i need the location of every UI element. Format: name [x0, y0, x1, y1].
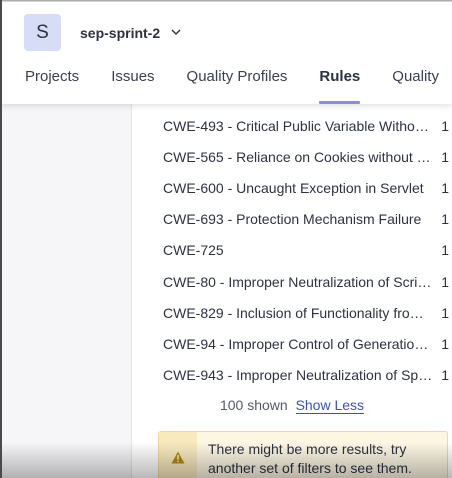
warning-icon-box: [159, 432, 197, 478]
facet-item-count: 1: [441, 148, 449, 165]
facet-item[interactable]: CWE-565 - Reliance on Cookies without Va…: [163, 141, 452, 172]
nav-projects[interactable]: Projects: [25, 68, 79, 104]
chevron-down-icon[interactable]: [170, 25, 182, 39]
project-name[interactable]: sep-sprint-2: [80, 25, 160, 41]
filters-sidebar: [2, 104, 131, 478]
warning-icon: [171, 451, 185, 464]
nav-issues[interactable]: Issues: [111, 68, 154, 104]
facet-item-count: 1: [441, 242, 449, 259]
project-nav: Projects Issues Quality Profiles Rules Q…: [25, 68, 452, 104]
shown-count: 100 shown: [219, 397, 288, 413]
facet-item-label: CWE-94 - Improper Control of Generation …: [163, 335, 435, 352]
facet-footer: 100 shown Show Less: [132, 397, 452, 414]
facet-item-label: CWE-829 - Inclusion of Functionality fro…: [163, 304, 435, 321]
facet-item[interactable]: CWE-829 - Inclusion of Functionality fro…: [163, 297, 452, 328]
nav-rules[interactable]: Rules: [319, 68, 360, 104]
facet-item-count: 1: [441, 179, 449, 196]
facet-item[interactable]: CWE-725 1: [163, 235, 452, 266]
project-avatar-letter: S: [36, 21, 49, 43]
facet-item[interactable]: CWE-693 - Protection Mechanism Failure 1: [163, 204, 452, 235]
facet-item[interactable]: CWE-94 - Improper Control of Generation …: [163, 328, 452, 359]
header-top-edge: [0, 0, 452, 2]
facet-item-label: CWE-600 - Uncaught Exception in Servlet: [163, 179, 424, 196]
facet-item-label: CWE-493 - Critical Public Variable Witho…: [163, 117, 435, 134]
window-edge: [0, 0, 2, 478]
facet-item-count: 1: [441, 335, 449, 352]
nav-quality-profiles[interactable]: Quality Profiles: [187, 68, 288, 104]
facet-item-count: 1: [441, 117, 449, 134]
nav-quality-gates[interactable]: Quality: [392, 68, 439, 104]
facet-item[interactable]: CWE-600 - Uncaught Exception in Servlet …: [163, 172, 452, 203]
warning-message: There might be more results, try another…: [208, 441, 412, 476]
facet-item[interactable]: CWE-943 - Improper Neutralization of Spe…: [163, 360, 452, 391]
more-results-warning: There might be more results, try another…: [158, 431, 448, 478]
facet-item-label: CWE-725: [163, 242, 224, 259]
facet-item[interactable]: CWE-80 - Improper Neutralization of Scri…: [163, 266, 452, 297]
facet-item-count: 1: [441, 273, 449, 290]
facet-item-label: CWE-943 - Improper Neutralization of Spe…: [163, 367, 435, 384]
project-avatar[interactable]: S: [24, 14, 61, 51]
facet-item-count: 1: [441, 211, 449, 228]
project-header: S sep-sprint-2 Projects Issues Quality P…: [0, 0, 452, 104]
facet-item-label: CWE-565 - Reliance on Cookies without Va…: [163, 148, 435, 165]
show-less-link[interactable]: Show Less: [295, 397, 365, 414]
facet-item[interactable]: CWE-493 - Critical Public Variable Witho…: [163, 110, 452, 141]
facet-item-count: 1: [441, 367, 449, 384]
facet-item-label: CWE-80 - Improper Neutralization of Scri…: [163, 273, 435, 290]
rule-facet-list: CWE-493 - Critical Public Variable Witho…: [163, 110, 452, 391]
facet-item-count: 1: [441, 304, 449, 321]
facet-item-label: CWE-693 - Protection Mechanism Failure: [163, 211, 422, 228]
